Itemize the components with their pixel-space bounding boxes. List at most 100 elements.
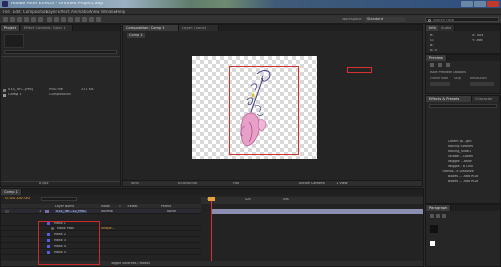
align-right-icon[interactable] <box>442 214 446 218</box>
timecode-readout[interactable]: 0:00:00:00 <box>178 182 197 186</box>
tab-character[interactable]: Character <box>472 96 500 102</box>
rotate-tool-icon[interactable] <box>24 17 29 22</box>
timeline-timecode[interactable]: 0:00:00:00 <box>5 197 30 202</box>
camera-tool-icon[interactable] <box>31 17 36 22</box>
effects-tabbar: Effects & Presets Character <box>426 96 500 102</box>
pen-tool-icon[interactable] <box>54 17 59 22</box>
current-time-indicator[interactable] <box>211 197 212 266</box>
menu-edit[interactable]: Edit <box>13 10 21 14</box>
highlight-box <box>38 221 100 265</box>
effect-item[interactable]: Boxes ... Add RGB <box>448 180 478 183</box>
ram-preview-options[interactable]: RAM Preview Options <box>430 71 466 74</box>
project-thumbnail <box>4 34 24 48</box>
list-item[interactable]: 015_Trn...(Pi6) PNG file 321 KB <box>3 88 118 92</box>
tab-project[interactable]: Project <box>1 25 21 31</box>
time-ruler[interactable]: 00s 02s 04s <box>201 197 423 204</box>
table-row[interactable]: Mask 2 <box>1 232 201 237</box>
project-tabbar: Project Effect Controls: Color 1 <box>1 25 120 31</box>
menu-help[interactable]: Help <box>116 10 125 14</box>
effects-search-input[interactable] <box>429 104 497 108</box>
tab-preview[interactable]: Preview <box>426 55 447 61</box>
camera-dropdown[interactable]: Active Camera <box>299 182 325 186</box>
tab-audio[interactable]: Audio <box>438 25 456 31</box>
table-row[interactable]: Mask 3 <box>1 238 201 243</box>
menu-file[interactable]: File <box>3 10 10 14</box>
timeline-search-input[interactable] <box>41 197 77 201</box>
paragraph-tabbar: Paragraph <box>426 205 500 211</box>
playback-controls <box>430 63 496 68</box>
resolution-dropdown[interactable]: Full <box>233 182 239 186</box>
divider <box>1 181 120 182</box>
selection-tool-icon[interactable] <box>3 17 8 22</box>
effect-item[interactable]: Transit...k Dissolve <box>442 170 474 173</box>
effect-item[interactable]: Lorem ip...ght <box>448 140 472 143</box>
zoom-dropdown[interactable]: 50% <box>131 182 139 186</box>
puppet-tool-icon[interactable] <box>96 17 101 22</box>
menu-view[interactable]: View <box>90 10 100 14</box>
menu-layer[interactable]: Layer <box>46 10 57 14</box>
pan-behind-tool-icon[interactable] <box>38 17 43 22</box>
tab-comp[interactable]: Comp 1 <box>1 189 22 195</box>
hand-tool-icon[interactable] <box>10 17 15 22</box>
brush-tool-icon[interactable] <box>68 17 73 22</box>
mask-tool-icon[interactable] <box>47 17 52 22</box>
swatch[interactable] <box>430 241 435 246</box>
eraser-tool-icon[interactable] <box>82 17 87 22</box>
info-panel: Info Audio R: G: B: A: 0 X: 404 Y: 366 <box>425 24 501 54</box>
effect-item[interactable]: Rolling_slide1 <box>448 150 471 153</box>
mode-dropdown[interactable]: Normal <box>101 210 113 213</box>
search-help-input[interactable]: Search Help <box>425 17 499 22</box>
text-tool-icon[interactable] <box>61 17 66 22</box>
effect-item[interactable]: Rolling Strokes <box>448 145 473 148</box>
table-row[interactable]: 1 015_Tre...22_PNG Normal None <box>1 209 201 214</box>
visibility-icon[interactable] <box>5 210 9 213</box>
mask-path-value[interactable]: Shape... <box>101 227 115 230</box>
maximize-button[interactable] <box>474 1 486 7</box>
tab-composition[interactable]: Composition: Comp 1 <box>123 25 179 31</box>
playhead-handle[interactable] <box>208 197 215 201</box>
tab-layer[interactable]: Layer: (none) <box>179 25 219 31</box>
paragraph-panel: Paragraph <box>425 204 501 267</box>
effects-presets-panel: Effects & Presets Character Lorem ip...g… <box>425 95 501 204</box>
effect-item[interactable]: Wiggle ...ation <box>448 160 472 163</box>
parent-dropdown[interactable]: None <box>167 210 176 213</box>
menu-animation[interactable]: Animation <box>71 10 91 14</box>
ruler-label: 04s <box>283 198 289 201</box>
tab-effect-controls[interactable]: Effect Controls: Color 1 <box>21 25 73 31</box>
effect-item[interactable]: Boxes ... Add RGB <box>448 175 478 178</box>
zoom-tool-icon[interactable] <box>17 17 22 22</box>
toggle-switches-modes[interactable]: Toggle Switches / Modes <box>111 262 150 265</box>
effect-item[interactable]: Wiggle - a Link <box>448 165 473 168</box>
menu-effect[interactable]: Effect <box>58 10 70 14</box>
align-center-icon[interactable] <box>436 214 440 218</box>
tab-paragraph[interactable]: Paragraph <box>426 205 452 211</box>
roto-tool-icon[interactable] <box>89 17 94 22</box>
column-parent: Parent <box>161 204 172 208</box>
workspace-dropdown[interactable]: Standard <box>365 17 405 22</box>
item-type: Composition <box>49 93 71 96</box>
menu-window[interactable]: Window <box>101 10 117 14</box>
table-row[interactable]: Mask Path Shape... <box>1 226 201 231</box>
bit-depth-button[interactable]: 8 bpc <box>39 182 49 186</box>
layer-duration-bar[interactable] <box>211 209 423 214</box>
minimize-button[interactable] <box>461 1 473 7</box>
comp-breadcrumb[interactable]: Comp 1 <box>127 33 145 38</box>
last-frame-icon[interactable] <box>446 63 450 67</box>
table-row[interactable]: Mask 4 <box>1 244 201 249</box>
resolution-dropdown[interactable] <box>470 82 494 86</box>
effect-item[interactable]: Strobe ...Down <box>448 155 473 158</box>
first-frame-icon[interactable] <box>430 63 434 67</box>
align-left-icon[interactable] <box>430 214 434 218</box>
project-search-input[interactable] <box>4 50 117 54</box>
play-icon[interactable] <box>438 63 442 67</box>
table-row[interactable]: Mask 5 <box>1 250 201 255</box>
divider <box>1 56 120 57</box>
tab-effects-presets[interactable]: Effects & Presets <box>426 96 472 102</box>
close-button[interactable] <box>487 1 499 7</box>
stamp-tool-icon[interactable] <box>75 17 80 22</box>
list-item[interactable]: Comp 1 Composition <box>3 93 118 97</box>
menu-composition[interactable]: Composition <box>23 10 48 14</box>
swatch[interactable] <box>430 225 438 233</box>
frame-rate-dropdown[interactable] <box>430 82 450 86</box>
views-dropdown[interactable]: 1 View <box>336 182 348 186</box>
